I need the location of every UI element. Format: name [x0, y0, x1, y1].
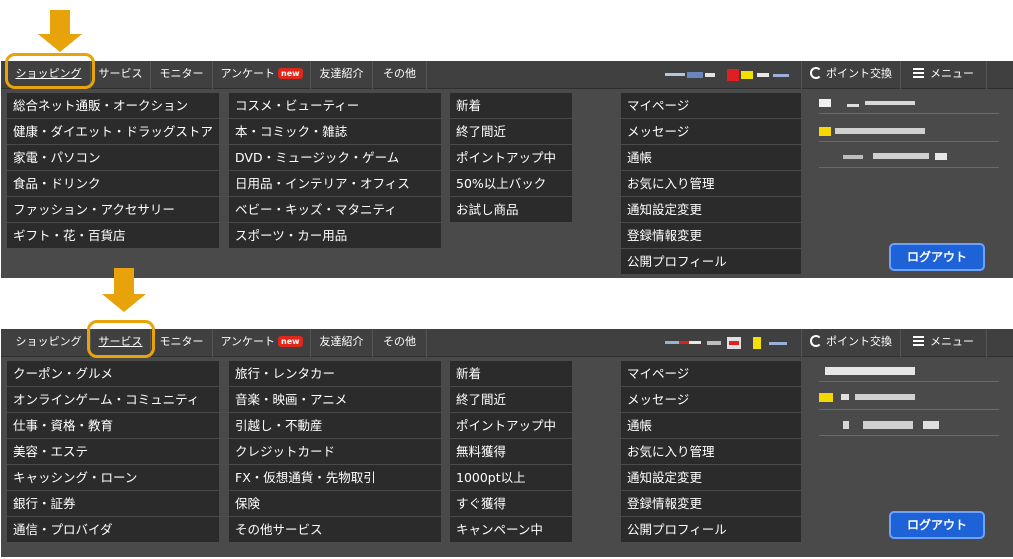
menu-item[interactable]: ファッション・アクセサリー: [7, 197, 219, 222]
tab-friend[interactable]: 友達紹介: [311, 329, 373, 357]
menu-item[interactable]: 保険: [229, 491, 441, 516]
menu-panel: ショッピング サービス モニター アンケート new 友達紹介 その他 ポイント交…: [1, 329, 1013, 557]
tab-other[interactable]: その他: [373, 61, 427, 89]
menu-item[interactable]: オンラインゲーム・コミュニティ: [7, 387, 219, 412]
filter-column: 新着 終了間近 ポイントアップ中 50%以上バック お試し商品: [450, 93, 572, 223]
menu-item[interactable]: 美容・エステ: [7, 439, 219, 464]
highlight-service: [87, 320, 155, 358]
logout-button[interactable]: ログアウト: [889, 243, 985, 271]
menu-item[interactable]: クーポン・グルメ: [7, 361, 219, 386]
redacted-user-info: [665, 337, 795, 349]
menu-item[interactable]: メッセージ: [621, 387, 801, 412]
menu-item[interactable]: ポイントアップ中: [450, 145, 572, 170]
redacted-account-summary: [819, 95, 999, 185]
menu-item[interactable]: 新着: [450, 361, 572, 386]
menu-button[interactable]: メニュー: [901, 329, 987, 357]
menu-item[interactable]: 通知設定変更: [621, 465, 801, 490]
redacted-user-info: [665, 69, 795, 81]
menu-item[interactable]: 通信・プロバイダ: [7, 517, 219, 542]
tab-other[interactable]: その他: [373, 329, 427, 357]
account-column: マイページ メッセージ 通帳 お気に入り管理 通知設定変更 登録情報変更 公開プ…: [621, 361, 801, 543]
menu-item[interactable]: クレジットカード: [229, 439, 441, 464]
menu-item[interactable]: DVD・ミュージック・ゲーム: [229, 145, 441, 170]
menu-item[interactable]: その他サービス: [229, 517, 441, 542]
menu-item[interactable]: ギフト・花・百貨店: [7, 223, 219, 248]
down-arrow-icon: [38, 10, 82, 52]
menu-item[interactable]: 通知設定変更: [621, 197, 801, 222]
tab-shopping[interactable]: ショッピング: [7, 329, 91, 357]
menu-item[interactable]: 総合ネット通販・オークション: [7, 93, 219, 118]
menu-item[interactable]: 音楽・映画・アニメ: [229, 387, 441, 412]
menu-item[interactable]: 家電・パソコン: [7, 145, 219, 170]
menu-item[interactable]: 日用品・インテリア・オフィス: [229, 171, 441, 196]
menu-item[interactable]: 本・コミック・雑誌: [229, 119, 441, 144]
menu-item[interactable]: コスメ・ビューティー: [229, 93, 441, 118]
new-badge: new: [278, 68, 303, 79]
menu-item[interactable]: 引越し・不動産: [229, 413, 441, 438]
tab-monitor[interactable]: モニター: [151, 61, 213, 89]
menu-item[interactable]: 登録情報変更: [621, 491, 801, 516]
menu-item[interactable]: 食品・ドリンク: [7, 171, 219, 196]
menu-item[interactable]: スポーツ・カー用品: [229, 223, 441, 248]
menu-item[interactable]: お気に入り管理: [621, 439, 801, 464]
redacted-account-summary: [819, 363, 999, 453]
tab-monitor[interactable]: モニター: [151, 329, 213, 357]
menu-item[interactable]: 無料獲得: [450, 439, 572, 464]
hamburger-icon: [913, 68, 924, 78]
sync-icon: [810, 335, 822, 347]
menu-item[interactable]: 旅行・レンタカー: [229, 361, 441, 386]
menu-item[interactable]: 登録情報変更: [621, 223, 801, 248]
menu-item[interactable]: 健康・ダイエット・ドラッグストア: [7, 119, 219, 144]
tab-anketo[interactable]: アンケート new: [213, 329, 311, 357]
menu-panel: ショッピング サービス モニター アンケート new 友達紹介 その他 ポイント交…: [1, 61, 1013, 278]
menu-item[interactable]: 新着: [450, 93, 572, 118]
highlight-shopping: [5, 53, 95, 89]
down-arrow-icon: [102, 268, 146, 312]
sync-icon: [810, 67, 822, 79]
menu-item[interactable]: 仕事・資格・教育: [7, 413, 219, 438]
tab-anketo[interactable]: アンケート new: [213, 61, 311, 89]
menu-item[interactable]: 50%以上バック: [450, 171, 572, 196]
menu-button[interactable]: メニュー: [901, 61, 987, 89]
category-column-1: クーポン・グルメ オンラインゲーム・コミュニティ 仕事・資格・教育 美容・エステ…: [7, 361, 219, 543]
tab-service[interactable]: サービス: [91, 61, 151, 89]
menu-item[interactable]: FX・仮想通貨・先物取引: [229, 465, 441, 490]
tab-friend[interactable]: 友達紹介: [311, 61, 373, 89]
menu-item[interactable]: マイページ: [621, 93, 801, 118]
point-exchange-button[interactable]: ポイント交換: [801, 329, 901, 357]
category-column-1: 総合ネット通販・オークション 健康・ダイエット・ドラッグストア 家電・パソコン …: [7, 93, 219, 249]
menu-item[interactable]: ポイントアップ中: [450, 413, 572, 438]
category-column-2: コスメ・ビューティー 本・コミック・雑誌 DVD・ミュージック・ゲーム 日用品・…: [229, 93, 441, 249]
menu-item[interactable]: キャンペーン中: [450, 517, 572, 542]
menu-item[interactable]: すぐ獲得: [450, 491, 572, 516]
menu-item[interactable]: 公開プロフィール: [621, 517, 801, 542]
logout-button[interactable]: ログアウト: [889, 511, 985, 539]
menu-item[interactable]: 終了間近: [450, 119, 572, 144]
menu-item[interactable]: 1000pt以上: [450, 465, 572, 490]
menu-item[interactable]: キャッシング・ローン: [7, 465, 219, 490]
category-column-2: 旅行・レンタカー 音楽・映画・アニメ 引越し・不動産 クレジットカード FX・仮…: [229, 361, 441, 543]
hamburger-icon: [913, 336, 924, 346]
filter-column: 新着 終了間近 ポイントアップ中 無料獲得 1000pt以上 すぐ獲得 キャンペ…: [450, 361, 572, 543]
screen-service: ショッピング サービス モニター アンケート new 友達紹介 その他 ポイント交…: [0, 268, 1013, 559]
menu-item[interactable]: お気に入り管理: [621, 171, 801, 196]
menu-item[interactable]: 銀行・証券: [7, 491, 219, 516]
account-column: マイページ メッセージ 通帳 お気に入り管理 通知設定変更 登録情報変更 公開プ…: [621, 93, 801, 275]
menu-item[interactable]: マイページ: [621, 361, 801, 386]
menu-item[interactable]: ベビー・キッズ・マタニティ: [229, 197, 441, 222]
screen-shopping: ショッピング サービス モニター アンケート new 友達紹介 その他 ポイント交…: [0, 0, 1013, 280]
menu-item[interactable]: 通帳: [621, 145, 801, 170]
menu-item[interactable]: 終了間近: [450, 387, 572, 412]
new-badge: new: [278, 336, 303, 347]
menu-item[interactable]: メッセージ: [621, 119, 801, 144]
point-exchange-button[interactable]: ポイント交換: [801, 61, 901, 89]
nav-bar: ショッピング サービス モニター アンケート new 友達紹介 その他 ポイント交…: [1, 61, 1013, 89]
menu-item[interactable]: 通帳: [621, 413, 801, 438]
menu-item[interactable]: お試し商品: [450, 197, 572, 222]
